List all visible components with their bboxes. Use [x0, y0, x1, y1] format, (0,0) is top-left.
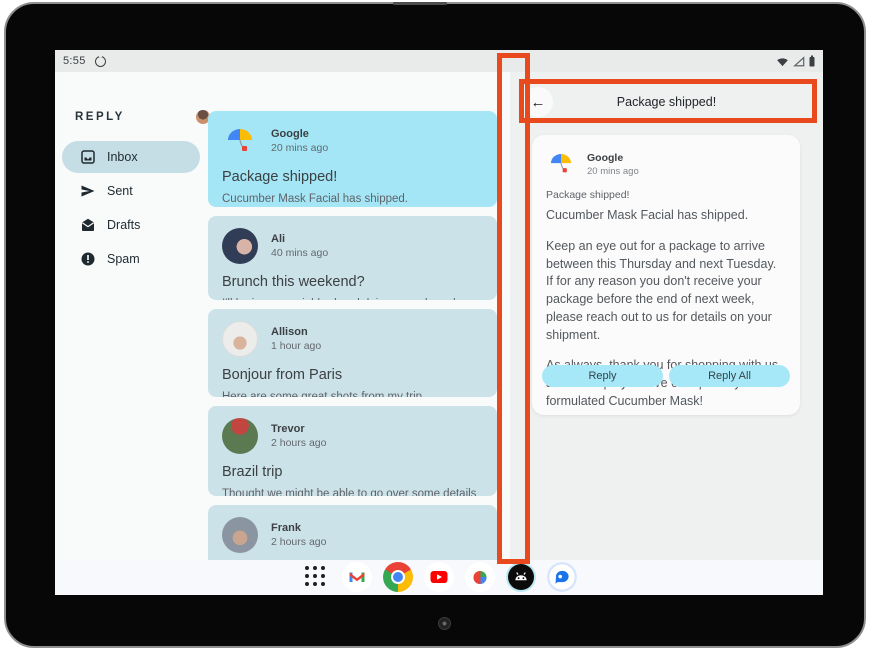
front-camera	[438, 617, 451, 630]
wifi-icon	[776, 56, 789, 67]
clock: 5:55	[63, 55, 86, 67]
reply-button[interactable]: Reply	[542, 365, 663, 387]
youtube-icon[interactable]	[424, 562, 454, 592]
email-sender: Frank	[271, 522, 326, 534]
vertical-highlight-box	[497, 53, 530, 564]
reply-all-button[interactable]: Reply All	[669, 365, 790, 387]
email-time: 2 hours ago	[271, 536, 326, 548]
sidebar-item-sent[interactable]: Sent	[62, 175, 200, 207]
email-sender: Google	[271, 128, 328, 140]
android-screen: 5:55 REPLY	[55, 50, 823, 595]
email-time: 20 mins ago	[271, 142, 328, 154]
reply-app-icon[interactable]	[506, 562, 536, 592]
photos-icon[interactable]	[465, 562, 495, 592]
ali-avatar	[222, 228, 258, 264]
send-icon	[80, 183, 96, 199]
email-card-ali[interactable]: Ali 40 mins ago Brunch this weekend? I'l…	[208, 216, 497, 300]
app-title: REPLY	[75, 111, 125, 123]
sidebar-item-label: Spam	[107, 252, 140, 266]
taskbar	[55, 560, 823, 595]
status-bar: 5:55	[55, 50, 823, 72]
email-card-allison[interactable]: Allison 1 hour ago Bonjour from Paris He…	[208, 309, 497, 397]
body-paragraph: Keep an eye out for a package to arrive …	[546, 238, 786, 345]
email-preview: I'll be in your neighborhood doing erran…	[222, 296, 483, 300]
email-sender: Allison	[271, 326, 321, 338]
email-sender: Trevor	[271, 423, 326, 435]
email-time: 1 hour ago	[271, 340, 321, 352]
email-list: Google 20 mins ago Package shipped! Cucu…	[208, 111, 497, 590]
allison-avatar	[222, 321, 258, 357]
sidebar-nav: Inbox Sent Drafts	[62, 141, 200, 277]
email-preview: Thought we might be able to go over some…	[222, 486, 483, 496]
email-list-pane: REPLY Inbox Sent	[55, 72, 510, 560]
email-detail-pane: ← Package shipped! Google	[510, 72, 823, 560]
google-umbrella-avatar	[222, 123, 258, 159]
email-card-google[interactable]: Google 20 mins ago Package shipped! Cucu…	[208, 111, 497, 207]
horizontal-highlight-box	[519, 79, 817, 123]
emulator-stage: 5:55 REPLY	[0, 0, 878, 652]
cell-signal-icon	[793, 56, 805, 67]
inbox-icon	[80, 149, 96, 165]
messages-icon[interactable]	[547, 562, 577, 592]
email-subject: Package shipped!	[222, 169, 483, 185]
google-umbrella-avatar	[546, 149, 576, 179]
email-time: 2 hours ago	[271, 437, 326, 449]
chrome-icon[interactable]	[383, 562, 413, 592]
dock	[301, 562, 577, 592]
detail-subject: Package shipped!	[546, 189, 786, 201]
sidebar-item-spam[interactable]: Spam	[62, 243, 200, 275]
email-preview: Cucumber Mask Facial has shipped.	[222, 191, 483, 207]
sidebar-item-drafts[interactable]: Drafts	[62, 209, 200, 241]
frank-avatar	[222, 517, 258, 553]
email-sender: Ali	[271, 233, 328, 245]
email-subject: Brazil trip	[222, 464, 483, 480]
body-paragraph: Cucumber Mask Facial has shipped.	[546, 207, 786, 225]
power-button	[393, 2, 447, 5]
email-card-trevor[interactable]: Trevor 2 hours ago Brazil trip Thought w…	[208, 406, 497, 496]
trevor-avatar	[222, 418, 258, 454]
record-icon	[95, 56, 106, 67]
app-grid-icon[interactable]	[301, 562, 331, 592]
email-subject: Brunch this weekend?	[222, 274, 483, 290]
email-detail-card: Google 20 mins ago Package shipped! Cucu…	[532, 135, 800, 415]
detail-time: 20 mins ago	[587, 166, 639, 177]
email-time: 40 mins ago	[271, 247, 328, 259]
gmail-icon[interactable]	[342, 562, 372, 592]
battery-icon	[809, 55, 815, 67]
email-subject: Bonjour from Paris	[222, 367, 483, 383]
sidebar-item-label: Sent	[107, 184, 133, 198]
sidebar-item-label: Inbox	[107, 150, 138, 164]
email-preview: Here are some great shots from my trip..…	[222, 389, 483, 397]
detail-sender: Google	[587, 152, 639, 164]
sidebar-item-inbox[interactable]: Inbox	[62, 141, 200, 173]
spam-icon	[80, 251, 96, 267]
sidebar-item-label: Drafts	[107, 218, 140, 232]
drafts-icon	[80, 217, 96, 233]
